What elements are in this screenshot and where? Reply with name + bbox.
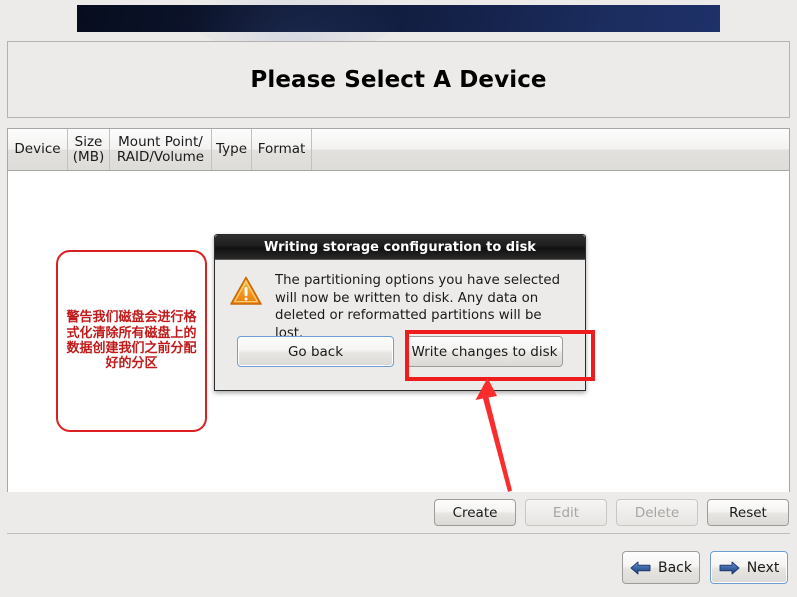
create-button[interactable]: Create <box>434 499 516 526</box>
delete-button: Delete <box>616 499 698 526</box>
back-button-label: Back <box>658 559 692 576</box>
next-button[interactable]: Next <box>710 551 788 584</box>
page-title: Please Select A Device <box>250 66 547 93</box>
reset-button[interactable]: Reset <box>707 499 789 526</box>
arrow-left-icon <box>630 560 651 576</box>
dialog-message: The partitioning options you have select… <box>275 273 561 342</box>
table-column-header-filler <box>312 129 789 170</box>
dialog-body: The partitioning options you have select… <box>215 260 585 343</box>
arrow-right-icon <box>719 560 740 576</box>
edit-button: Edit <box>525 499 607 526</box>
table-header-row: Device Size (MB) Mount Point/ RAID/Volume T… <box>8 129 789 171</box>
top-banner <box>77 0 720 57</box>
partition-action-buttons: Create Edit Delete Reset <box>0 499 797 526</box>
dialog-titlebar: Writing storage configuration to disk <box>215 235 585 260</box>
dialog-title: Writing storage configuration to disk <box>264 239 536 255</box>
write-changes-dialog: Writing storage configuration to disk Th… <box>214 234 586 391</box>
title-panel: Please Select A Device <box>7 41 790 118</box>
navigation-buttons: Back Next <box>0 551 797 584</box>
table-column-header-type[interactable]: Type <box>212 129 252 170</box>
back-button[interactable]: Back <box>622 551 700 584</box>
dialog-button-row: Go back Write changes to disk <box>215 336 585 367</box>
table-column-header-format[interactable]: Format <box>252 129 312 170</box>
warning-triangle-icon <box>229 275 263 307</box>
annotation-callout-box: 警告我们磁盘会进行格式化清除所有磁盘上的数据创建我们之前分配好的分区 <box>56 250 207 432</box>
table-column-header-size-mb[interactable]: Size (MB) <box>68 129 110 170</box>
next-button-label: Next <box>746 559 780 576</box>
write-changes-to-disk-button[interactable]: Write changes to disk <box>406 336 563 367</box>
annotation-text: 警告我们磁盘会进行格式化清除所有磁盘上的数据创建我们之前分配好的分区 <box>66 310 197 372</box>
footer-separator <box>7 533 790 534</box>
table-column-header-mount-point-raid-volume[interactable]: Mount Point/ RAID/Volume <box>110 129 212 170</box>
go-back-button[interactable]: Go back <box>237 336 394 367</box>
table-column-header-device[interactable]: Device <box>8 129 68 170</box>
